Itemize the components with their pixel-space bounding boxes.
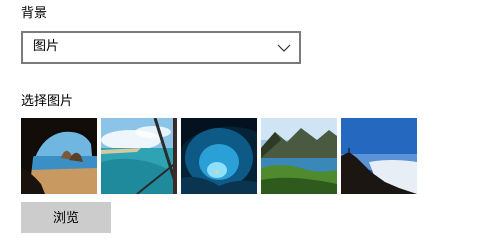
- tropical-lagoon-thumbnail[interactable]: [101, 118, 177, 194]
- background-label: 背景: [21, 6, 48, 21]
- background-dropdown[interactable]: 图片: [21, 31, 301, 64]
- mountain-lake-thumbnail[interactable]: [261, 118, 337, 194]
- chevron-down-icon: [277, 40, 291, 54]
- cave-beach-thumbnail[interactable]: [21, 118, 97, 194]
- background-dropdown-value: 图片: [33, 39, 60, 54]
- ice-cave-thumbnail[interactable]: [181, 118, 257, 194]
- browse-button[interactable]: 浏览: [21, 202, 111, 233]
- choose-picture-label: 选择图片: [21, 94, 74, 109]
- cliff-sea-of-clouds-thumbnail[interactable]: [341, 118, 417, 194]
